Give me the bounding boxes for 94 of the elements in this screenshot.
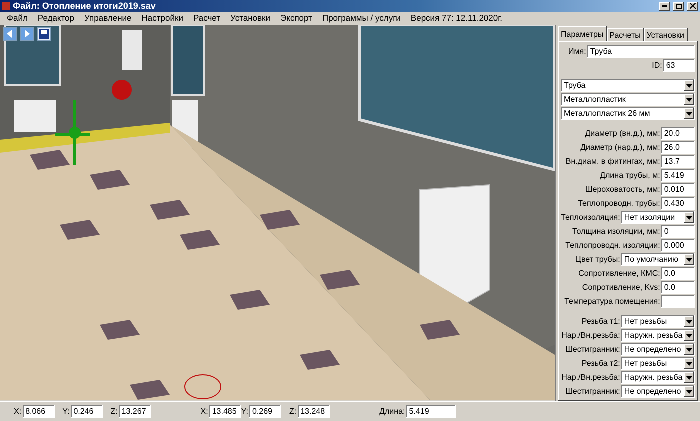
- coordinate-field[interactable]: 8.066: [22, 405, 55, 418]
- field-label: Шестигранник:: [566, 387, 620, 396]
- input-field[interactable]: 5.419: [661, 169, 696, 182]
- coordinate-label: Длина:: [380, 407, 406, 416]
- tab[interactable]: Параметры: [558, 26, 607, 41]
- coordinate-field[interactable]: 0.269: [249, 405, 282, 418]
- id-input[interactable]: 63: [663, 59, 696, 72]
- coordinate-field[interactable]: 13.485: [209, 405, 242, 418]
- input-field[interactable]: 0.0: [661, 267, 696, 280]
- dropdown[interactable]: Не определено: [621, 343, 696, 356]
- input-field[interactable]: 0.430: [661, 197, 696, 210]
- field-label: Нар./Вн.резьба:: [562, 373, 620, 382]
- field-label: Длина трубы, м:: [600, 171, 660, 180]
- minimize-button[interactable]: [659, 2, 670, 10]
- field-label: Сопротивление, КМС:: [578, 269, 660, 278]
- tab[interactable]: Расчеты: [606, 28, 644, 41]
- field-label: Толщина изоляции, мм:: [572, 227, 660, 236]
- maximize-icon: [676, 4, 682, 8]
- input-field[interactable]: 0.0: [661, 281, 696, 294]
- caret-icon: [686, 98, 693, 102]
- input-field[interactable]: 0.010: [661, 183, 696, 196]
- caret-icon: [686, 112, 693, 116]
- window-title: Файл: Отопление итоги2019.sav: [13, 0, 157, 12]
- dropdown[interactable]: Труба: [561, 79, 696, 92]
- close-button[interactable]: [687, 2, 698, 10]
- field-label: Шероховатость, мм:: [585, 185, 660, 194]
- dropdown[interactable]: Наружн. резьба: [621, 371, 696, 384]
- menu-item[interactable]: Версия 77: 12.11.2020г.: [406, 12, 508, 25]
- menu-item[interactable]: Установки: [226, 12, 276, 25]
- dropdown[interactable]: Наружн. резьба: [621, 329, 696, 342]
- menu-item[interactable]: Настройки: [136, 12, 188, 25]
- menu-item[interactable]: Управление: [80, 12, 137, 25]
- caret-icon: [686, 390, 693, 394]
- field-label: Диаметр (нар.д.), мм:: [580, 143, 660, 152]
- back-button[interactable]: [3, 27, 17, 41]
- field-label: Шестигранник:: [566, 345, 620, 354]
- input-field[interactable]: 0.000: [661, 239, 696, 252]
- coordinate-label: X:: [200, 407, 208, 416]
- dropdown[interactable]: Металлопластик: [561, 93, 696, 106]
- input-field[interactable]: 0: [661, 225, 696, 238]
- coordinate-label: Z:: [289, 407, 297, 416]
- menu-item[interactable]: Файл: [2, 12, 33, 25]
- dropdown[interactable]: Нет резьбы: [621, 357, 696, 370]
- left-arrow-icon: [6, 30, 14, 38]
- dropdown[interactable]: Нет изоляции: [621, 211, 696, 224]
- input-field[interactable]: 20.0: [661, 127, 696, 140]
- field-label: Нар./Вн.резьба:: [562, 331, 620, 340]
- coordinate-label: X:: [14, 407, 22, 416]
- field-label: Теплоизоляция:: [561, 213, 620, 222]
- right-arrow-icon: [23, 30, 31, 38]
- caret-icon: [686, 348, 693, 352]
- input-field[interactable]: 13.7: [661, 155, 696, 168]
- input-field[interactable]: [661, 295, 696, 308]
- save-button[interactable]: [37, 27, 51, 41]
- dropdown[interactable]: Нет резьбы: [621, 315, 696, 328]
- field-label: Цвет трубы:: [576, 255, 620, 264]
- menu-item[interactable]: Программы / услуги: [317, 12, 406, 25]
- field-label: Теплопроводн. изоляции:: [566, 241, 660, 250]
- app-icon: [2, 2, 10, 10]
- coordinate-label: Y:: [241, 407, 248, 416]
- maximize-button[interactable]: [673, 2, 684, 10]
- caret-icon: [686, 362, 693, 366]
- coordinate-field[interactable]: 5.419: [406, 405, 456, 418]
- field-label: Температура помещения:: [564, 297, 660, 306]
- coordinate-field[interactable]: 0.246: [70, 405, 103, 418]
- caret-icon: [686, 320, 693, 324]
- menu-item[interactable]: Экспорт: [276, 12, 318, 25]
- caret-icon: [686, 216, 693, 220]
- tab[interactable]: Установки: [644, 28, 688, 41]
- coordinate-field[interactable]: 13.248: [298, 405, 330, 418]
- caret-icon: [686, 376, 693, 380]
- field-label: Диаметр (вн.д.), мм:: [585, 129, 660, 138]
- name-input[interactable]: Труба: [587, 45, 696, 58]
- dropdown[interactable]: Не определено: [621, 385, 696, 398]
- coordinate-field[interactable]: 13.267: [118, 405, 151, 418]
- input-field[interactable]: 26.0: [661, 141, 696, 154]
- dropdown[interactable]: По умолчанию: [621, 253, 696, 266]
- field-label: Резьба т2:: [582, 359, 620, 368]
- field-label: Теплопроводн. трубы:: [578, 199, 660, 208]
- field-label: Вн.диам. в фитингах, мм:: [566, 157, 660, 166]
- field-label: Сопротивление, Kvs:: [582, 283, 660, 292]
- close-icon: [690, 3, 696, 9]
- caret-icon: [686, 258, 693, 262]
- field-label: ID:: [652, 61, 662, 70]
- minimize-icon: [662, 5, 667, 7]
- menu-item[interactable]: Расчет: [188, 12, 226, 25]
- menu-item[interactable]: Редактор: [32, 12, 80, 25]
- field-label: Резьба т1:: [582, 317, 620, 326]
- dropdown[interactable]: Металлопластик 26 мм: [561, 107, 696, 120]
- coordinate-label: Z:: [110, 407, 118, 416]
- caret-icon: [686, 334, 693, 338]
- field-label: Имя:: [568, 47, 586, 56]
- coordinate-label: Y:: [62, 407, 70, 416]
- caret-icon: [686, 84, 693, 88]
